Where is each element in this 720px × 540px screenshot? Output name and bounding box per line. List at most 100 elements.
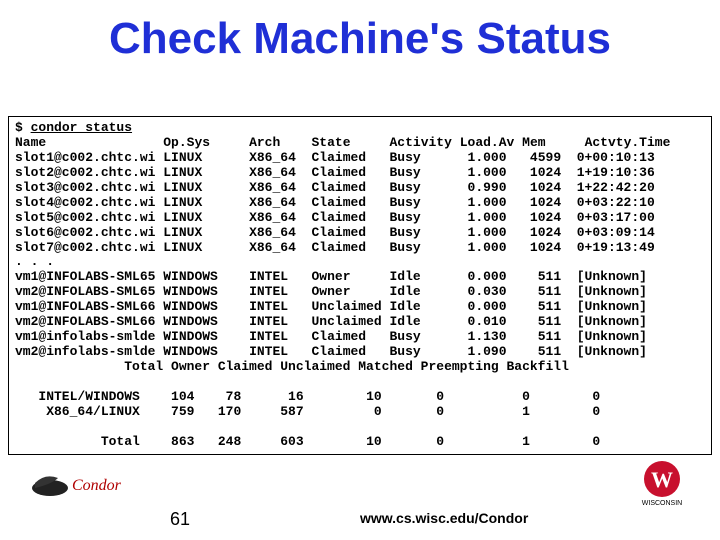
page-number: 61	[170, 509, 190, 530]
cell-mem: 511	[507, 344, 562, 359]
cell-state: Claimed	[311, 344, 389, 359]
cell-arch: X86_64	[249, 165, 311, 180]
cell-name: vm2@infolabs-smlde	[15, 344, 163, 359]
cell-loadav: 1.090	[429, 344, 507, 359]
cell-opsys: WINDOWS	[163, 269, 225, 284]
cell-mem: 1024	[507, 225, 562, 240]
cell-activity: Busy	[390, 211, 429, 226]
cell-loadav: 0.990	[429, 180, 507, 195]
cell-actvty: 1+19:10:36	[577, 165, 655, 180]
cell-actvty: 0+03:09:14	[577, 225, 655, 240]
sum-total: 863	[140, 434, 195, 449]
cell-state: Claimed	[311, 210, 389, 225]
cell-name: slot4@c002.chtc.wi	[15, 195, 163, 210]
cell-name: vm2@INFOLABS-SML65	[15, 284, 163, 299]
command: condor_status	[31, 120, 132, 135]
cell-state: Claimed	[311, 150, 389, 165]
col-loadav: Load.Av	[460, 135, 522, 150]
cell-state: Unclaimed	[311, 299, 389, 314]
cell-opsys: WINDOWS	[163, 299, 225, 314]
cell-mem: 1024	[507, 180, 562, 195]
sum-backfill: 0	[530, 434, 600, 449]
col-activity: Activity	[390, 135, 460, 150]
wisconsin-logo-icon: W WISCONSIN	[634, 457, 690, 512]
cell-arch: X86_64	[249, 195, 311, 210]
slide-title: Check Machine's Status	[0, 0, 720, 64]
cell-mem: 511	[507, 314, 562, 329]
cell-opsys: WINDOWS	[163, 284, 225, 299]
cell-loadav: 0.000	[429, 269, 507, 284]
cell-opsys: LINUX	[163, 240, 225, 255]
cell-arch: X86_64	[249, 150, 311, 165]
cell-name: vm1@INFOLABS-SML65	[15, 269, 163, 284]
cell-arch: X86_64	[249, 180, 311, 195]
cell-name: slot6@c002.chtc.wi	[15, 225, 163, 240]
sum-claimed: 16	[241, 389, 303, 404]
svg-text:W: W	[651, 467, 673, 492]
col-state: State	[311, 135, 389, 150]
cell-name: slot5@c002.chtc.wi	[15, 210, 163, 225]
cell-name: slot7@c002.chtc.wi	[15, 240, 163, 255]
cell-name: vm1@INFOLABS-SML66	[15, 299, 163, 314]
cell-loadav: 1.000	[429, 150, 507, 165]
cell-actvty: [Unknown]	[577, 284, 647, 299]
cell-state: Claimed	[311, 195, 389, 210]
cell-opsys: WINDOWS	[163, 329, 225, 344]
sum-preempting: 0	[444, 389, 530, 404]
cell-loadav: 0.030	[429, 284, 507, 299]
cell-state: Claimed	[311, 329, 389, 344]
cell-name: slot3@c002.chtc.wi	[15, 180, 163, 195]
cell-opsys: WINDOWS	[163, 344, 225, 359]
cell-loadav: 1.000	[429, 225, 507, 240]
cell-loadav: 1.000	[429, 210, 507, 225]
ellipsis: . . .	[15, 254, 54, 269]
slide: Check Machine's Status $ condor_status N…	[0, 0, 720, 540]
cell-opsys: LINUX	[163, 195, 225, 210]
cell-activity: Busy	[390, 330, 429, 345]
cell-name: slot1@c002.chtc.wi	[15, 150, 163, 165]
cell-activity: Busy	[390, 181, 429, 196]
footer-url: www.cs.wisc.edu/Condor	[360, 510, 528, 526]
terminal-output: $ condor_status Name Op.Sys Arch State A…	[8, 116, 712, 455]
col-name: Name	[15, 135, 163, 150]
sum-matched: 0	[382, 389, 444, 404]
cell-loadav: 0.010	[429, 314, 507, 329]
cell-name: vm2@INFOLABS-SML66	[15, 314, 163, 329]
cell-arch: X86_64	[249, 240, 311, 255]
cell-arch: INTEL	[249, 344, 311, 359]
sum-owner: 78	[194, 389, 241, 404]
col-mem: Mem	[522, 135, 569, 150]
cell-opsys: LINUX	[163, 225, 225, 240]
summary-header: Total Owner Claimed Unclaimed Matched Pr…	[15, 359, 569, 374]
cell-arch: INTEL	[249, 269, 311, 284]
col-opsys: Op.Sys	[163, 135, 225, 150]
condor-logo-icon: Condor	[30, 468, 150, 498]
sum-claimed: 587	[241, 404, 303, 419]
cell-loadav: 1.000	[429, 195, 507, 210]
sum-matched: 0	[382, 434, 444, 449]
cell-mem: 1024	[507, 165, 562, 180]
cell-activity: Busy	[390, 226, 429, 241]
cell-mem: 511	[507, 329, 562, 344]
cell-actvty: [Unknown]	[577, 314, 647, 329]
col-actvty: Actvty.Time	[585, 135, 671, 150]
sum-unclaimed: 0	[304, 404, 382, 419]
cell-arch: INTEL	[249, 329, 311, 344]
sum-preempting: 1	[444, 434, 530, 449]
cell-opsys: LINUX	[163, 180, 225, 195]
cell-state: Owner	[311, 284, 389, 299]
cell-mem: 511	[507, 299, 562, 314]
cell-arch: INTEL	[249, 284, 311, 299]
sum-owner: 248	[194, 434, 241, 449]
sum-total: 759	[140, 404, 195, 419]
cell-loadav: 0.000	[429, 299, 507, 314]
cell-activity: Busy	[390, 241, 429, 256]
cell-mem: 4599	[507, 150, 562, 165]
sum-owner: 170	[194, 404, 241, 419]
sum-total: 104	[140, 389, 195, 404]
sum-backfill: 0	[530, 404, 600, 419]
cell-arch: X86_64	[249, 210, 311, 225]
cell-opsys: LINUX	[163, 210, 225, 225]
cell-arch: INTEL	[249, 314, 311, 329]
cell-mem: 511	[507, 284, 562, 299]
